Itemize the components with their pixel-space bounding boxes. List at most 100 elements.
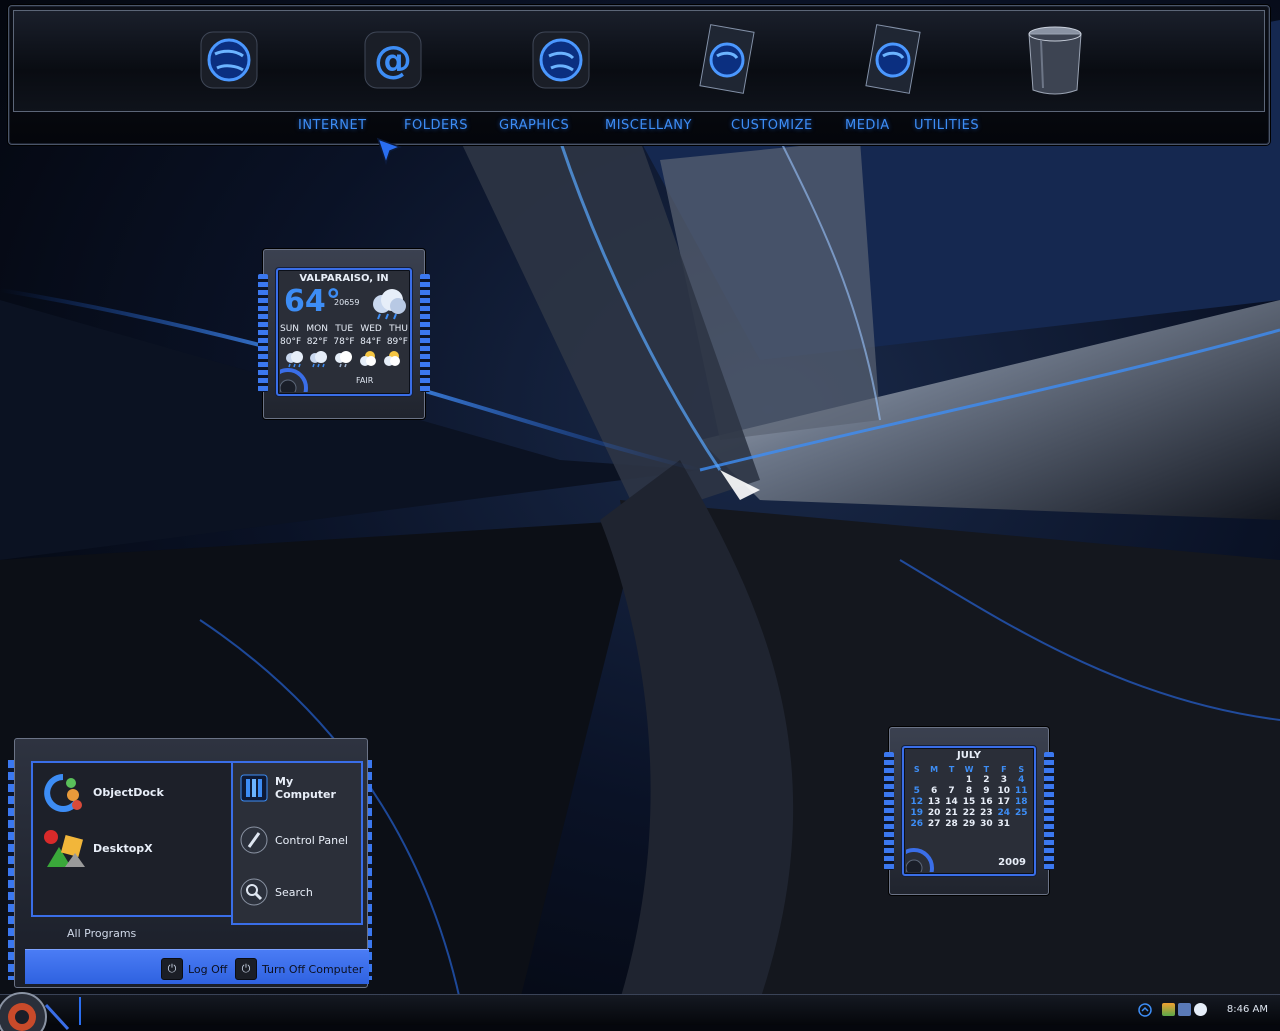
email-at-icon[interactable]: @: [359, 20, 427, 98]
weekday-label: T: [948, 765, 955, 774]
calendar-day[interactable]: 5: [908, 786, 925, 797]
tray-app-icon[interactable]: [1162, 1003, 1175, 1016]
nav-utilities[interactable]: UTILITIES: [914, 118, 979, 133]
calendar-day[interactable]: 28: [943, 819, 960, 830]
calendar-day[interactable]: 31: [995, 819, 1012, 830]
recycle-bin-icon[interactable]: [1021, 20, 1089, 98]
weekday-label: F: [1001, 765, 1007, 774]
calendar-day[interactable]: 21: [943, 808, 960, 819]
nav-internet[interactable]: INTERNET: [298, 118, 367, 133]
nav-customize[interactable]: CUSTOMIZE: [731, 118, 813, 133]
calendar-day[interactable]: 10: [995, 786, 1012, 797]
desktopx-item[interactable]: DesktopX: [41, 827, 153, 869]
objectdock-item[interactable]: ObjectDock: [41, 771, 164, 813]
cloud-icon: [373, 289, 406, 320]
calendar-day[interactable]: 4: [1013, 775, 1030, 786]
nav-media[interactable]: MEDIA: [845, 118, 890, 133]
weather-widget: VALPARAISO, IN 64° 20659 SUN MON TUE WED…: [258, 249, 430, 419]
nav-graphics[interactable]: GRAPHICS: [499, 118, 569, 133]
weekday-label: T: [983, 765, 990, 774]
calendar-day[interactable]: 27: [925, 819, 942, 830]
calendar-day[interactable]: [943, 775, 960, 786]
calendar-day[interactable]: 17: [995, 797, 1012, 808]
calendar-day[interactable]: 12: [908, 797, 925, 808]
calendar-day[interactable]: 11: [1013, 786, 1030, 797]
weekday-label: S: [1018, 765, 1025, 774]
calendar-day[interactable]: 25: [1013, 808, 1030, 819]
all-programs-button[interactable]: All Programs: [67, 927, 136, 940]
tray-helper-icon[interactable]: [1194, 1003, 1207, 1016]
objectdock-label: ObjectDock: [93, 785, 164, 799]
internet-globe-icon[interactable]: [195, 20, 263, 98]
log-off-button[interactable]: ⏻ Log Off: [161, 958, 227, 980]
network-icon[interactable]: [1178, 1003, 1191, 1016]
weather-panel: VALPARAISO, IN 64° 20659 SUN MON TUE WED…: [276, 268, 412, 396]
calendar-week-row: 5 6 7 8 9 10 11: [908, 786, 1030, 797]
calendar-day[interactable]: 13: [925, 797, 942, 808]
system-tray: 8:46 AM: [1130, 995, 1280, 1025]
calendar-day[interactable]: 19: [908, 808, 925, 819]
calendar-day[interactable]: 6: [925, 786, 942, 797]
nav-folders[interactable]: FOLDERS: [404, 118, 468, 133]
globe-icon[interactable]: [527, 20, 595, 98]
partly-cloudy-icon: [384, 351, 400, 366]
calendar-panel: JULY S M T W T F S 1 2 3 4 5 6 7 8 9 10 …: [902, 746, 1036, 876]
calendar-day[interactable]: 1: [960, 775, 977, 786]
control-panel-item[interactable]: Control Panel: [239, 825, 355, 855]
log-off-label: Log Off: [188, 962, 228, 976]
globe-document-icon[interactable]: [693, 20, 761, 98]
objectdock-icon: [44, 774, 82, 812]
frame-rib-right: [420, 274, 430, 392]
weekday-label: S: [913, 765, 920, 774]
forecast-high: 89°F: [386, 337, 408, 347]
desktopx-label: DesktopX: [93, 841, 153, 855]
calendar-day[interactable]: 16: [978, 797, 995, 808]
calendar-day[interactable]: 29: [960, 819, 977, 830]
frame-rib-right: [1044, 752, 1054, 870]
calendar-grid: S M T W T F S 1 2 3 4 5 6 7 8 9 10 11 12…: [908, 764, 1030, 830]
search-item[interactable]: Search: [239, 877, 355, 907]
calendar-day[interactable]: 2: [978, 775, 995, 786]
my-computer-item[interactable]: My Computer: [239, 773, 355, 803]
start-menu-body: ObjectDock DesktopX My Computer Control …: [14, 738, 369, 988]
calendar-day[interactable]: 22: [960, 808, 977, 819]
calendar-day[interactable]: 24: [995, 808, 1012, 819]
calendar-day[interactable]: 20: [925, 808, 942, 819]
globe-document-icon-2[interactable]: [859, 20, 927, 98]
calendar-day[interactable]: 7: [943, 786, 960, 797]
calendar-day[interactable]: 26: [908, 819, 925, 830]
log-off-icon: ⏻: [161, 958, 183, 980]
gear-ornament-icon: [906, 848, 934, 872]
weather-temperature: 64°: [284, 284, 341, 319]
tray-expand-icon[interactable]: [1138, 1003, 1152, 1017]
control-panel-icon: [240, 826, 268, 854]
calendar-day[interactable]: 14: [943, 797, 960, 808]
calendar-day[interactable]: 9: [978, 786, 995, 797]
desktopx-icon: [44, 830, 85, 867]
calendar-day[interactable]: [1013, 819, 1030, 830]
taskbar-separator: [79, 997, 81, 1025]
calendar-day[interactable]: 15: [960, 797, 977, 808]
gear-ornament-icon: [280, 368, 308, 392]
calendar-day[interactable]: 30: [978, 819, 995, 830]
start-orb-button[interactable]: [0, 989, 70, 1031]
taskbar-clock[interactable]: 8:46 AM: [1227, 1004, 1268, 1015]
weather-city: VALPARAISO, IN: [299, 273, 389, 284]
calendar-day[interactable]: 18: [1013, 797, 1030, 808]
nav-miscellany[interactable]: MISCELLANY: [605, 118, 692, 133]
calendar-week-row: 26 27 28 29 30 31: [908, 819, 1030, 830]
forecast-day: THU: [389, 324, 408, 334]
calendar-day[interactable]: [925, 775, 942, 786]
start-menu-footer: ⏻ Log Off ⏻ Turn Off Computer: [25, 949, 369, 984]
calendar-day[interactable]: 3: [995, 775, 1012, 786]
weather-zip: 20659: [334, 298, 360, 307]
calendar-day[interactable]: 8: [960, 786, 977, 797]
calendar-week-row: 12 13 14 15 16 17 18: [908, 797, 1030, 808]
calendar-day[interactable]: [908, 775, 925, 786]
forecast-day: MON: [306, 324, 328, 334]
turn-off-label: Turn Off Computer: [262, 962, 364, 976]
calendar-day[interactable]: 23: [978, 808, 995, 819]
places-panel: My Computer Control Panel Search: [231, 761, 363, 925]
weather-condition: FAIR: [356, 376, 374, 385]
turn-off-button[interactable]: ⏻ Turn Off Computer: [235, 958, 363, 980]
